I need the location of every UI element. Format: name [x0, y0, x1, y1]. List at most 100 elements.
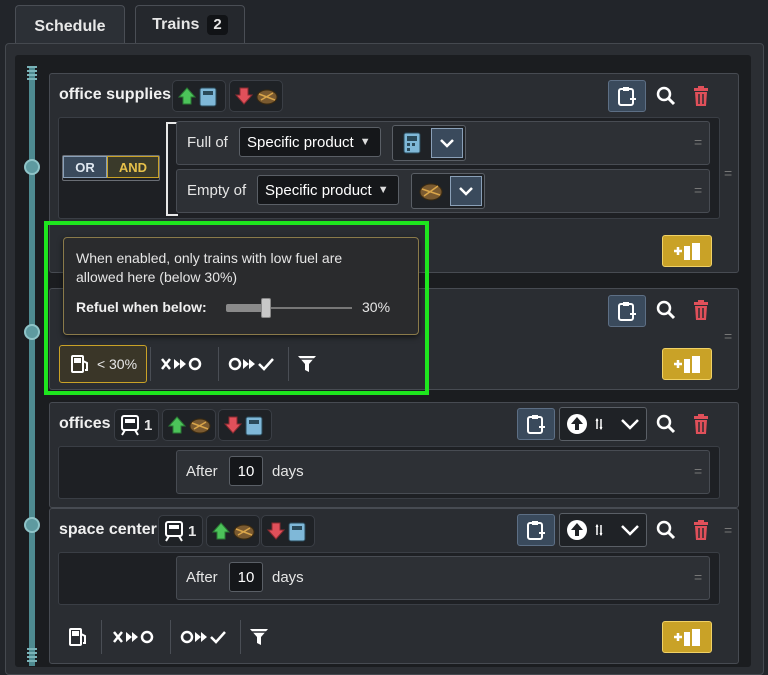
add-station-button[interactable]: [662, 235, 712, 267]
search-icon: [656, 520, 676, 540]
calculator-cargo-icon: [403, 132, 421, 154]
toolbar-divider: [170, 620, 171, 654]
rail-bottom-grip[interactable]: [27, 648, 37, 662]
cargo-unload-pill: [218, 409, 272, 441]
toolbar-divider: [101, 620, 102, 654]
drag-handle[interactable]: =: [724, 165, 732, 181]
trash-icon: [694, 520, 708, 540]
clipboard-add-button[interactable]: [517, 408, 555, 440]
drag-handle[interactable]: =: [724, 522, 732, 538]
train-count-pill: 1: [158, 515, 203, 547]
unload-arrow-icon: [234, 87, 278, 105]
circle-check-icon: [180, 630, 226, 644]
condition-label: Empty of: [187, 182, 247, 199]
chevron-down-icon: [431, 128, 463, 158]
product-dropdown[interactable]: Specific product ▼: [257, 175, 399, 205]
delete-button[interactable]: [689, 297, 713, 323]
timeline-rail: [29, 66, 35, 666]
delete-button[interactable]: [689, 411, 713, 437]
days-input[interactable]: 10: [229, 456, 263, 486]
clipboard-add-button[interactable]: [608, 295, 646, 327]
or-and-toggle[interactable]: OR AND: [62, 155, 160, 181]
clipboard-add-icon: [618, 87, 636, 106]
search-button[interactable]: [653, 297, 679, 323]
or-option[interactable]: OR: [63, 156, 107, 178]
add-station-icon: [674, 356, 700, 373]
rubble-cargo-icon: [419, 183, 443, 201]
cross-skip-icon: [113, 630, 154, 644]
and-option[interactable]: AND: [107, 156, 159, 178]
drag-handle[interactable]: =: [694, 463, 702, 479]
tab-schedule[interactable]: Schedule: [15, 5, 125, 47]
cargo-picker[interactable]: [411, 173, 485, 209]
unload-arrow-icon: [223, 416, 263, 436]
priority-dropdown[interactable]: [559, 513, 647, 547]
clipboard-add-icon: [527, 415, 545, 434]
drag-handle[interactable]: =: [694, 182, 702, 198]
add-station-button[interactable]: [662, 348, 712, 380]
drag-handle[interactable]: =: [724, 328, 732, 344]
trash-icon: [694, 414, 708, 434]
priority-icon: [567, 414, 639, 434]
tab-trains[interactable]: Trains 2: [135, 5, 245, 44]
train-icon: [121, 415, 139, 436]
cargo-unload-pill: [261, 515, 315, 547]
clipboard-add-button[interactable]: [517, 514, 555, 546]
drag-handle[interactable]: =: [694, 134, 702, 150]
train-icon: [165, 521, 183, 542]
cargo-picker[interactable]: [392, 125, 466, 161]
add-station-button[interactable]: [662, 621, 712, 653]
toolbar-divider: [240, 620, 241, 654]
dropdown-value: Specific product: [247, 133, 354, 151]
search-icon: [656, 414, 676, 434]
chevron-down-icon: ▼: [359, 136, 371, 148]
search-button[interactable]: [653, 517, 679, 543]
fuel-filter-button[interactable]: [62, 622, 94, 652]
clipboard-add-button[interactable]: [608, 80, 646, 112]
station-name: offices: [59, 415, 111, 432]
condition-label: Full of: [187, 134, 228, 151]
days-input[interactable]: 10: [229, 562, 263, 592]
cargo-load-pill: [172, 80, 226, 112]
chevron-down-icon: ▼: [377, 184, 389, 196]
after-label: After: [186, 569, 218, 586]
train-count: 1: [188, 522, 197, 540]
add-station-icon: [674, 629, 700, 646]
complete-condition-button[interactable]: [176, 622, 236, 652]
rail-node-offices: [24, 324, 40, 340]
priority-icon: [567, 520, 639, 540]
after-label: After: [186, 463, 218, 480]
tab-schedule-label: Schedule: [34, 17, 106, 35]
search-button[interactable]: [653, 83, 679, 109]
trash-icon: [694, 86, 708, 106]
train-count-pill: 1: [114, 409, 159, 441]
search-icon: [656, 300, 676, 320]
days-label: days: [272, 569, 304, 586]
fuel-icon: [69, 628, 86, 646]
filter-icon: [250, 629, 268, 645]
trains-count-badge: 2: [207, 15, 228, 35]
cargo-load-pill: [162, 409, 216, 441]
station-name: space center: [59, 521, 157, 538]
delete-button[interactable]: [689, 83, 713, 109]
delete-button[interactable]: [689, 517, 713, 543]
trash-icon: [694, 300, 708, 320]
train-count: 1: [144, 416, 153, 434]
tab-trains-label: Trains: [152, 16, 200, 33]
product-dropdown[interactable]: Specific product ▼: [239, 127, 381, 157]
clipboard-add-icon: [618, 302, 636, 321]
drag-handle[interactable]: =: [694, 569, 702, 585]
priority-dropdown[interactable]: [559, 407, 647, 441]
cargo-unload-pill: [229, 80, 283, 112]
rail-top-grip[interactable]: [27, 66, 37, 80]
highlight-box: [44, 221, 429, 395]
add-station-icon: [674, 243, 700, 260]
search-icon: [656, 86, 676, 106]
days-label: days: [272, 463, 304, 480]
load-arrow-icon: [167, 416, 211, 434]
filter-button[interactable]: [245, 622, 273, 652]
skip-condition-button[interactable]: [108, 622, 164, 652]
clipboard-add-icon: [527, 521, 545, 540]
station-name: office supplies: [59, 86, 172, 103]
search-button[interactable]: [653, 411, 679, 437]
